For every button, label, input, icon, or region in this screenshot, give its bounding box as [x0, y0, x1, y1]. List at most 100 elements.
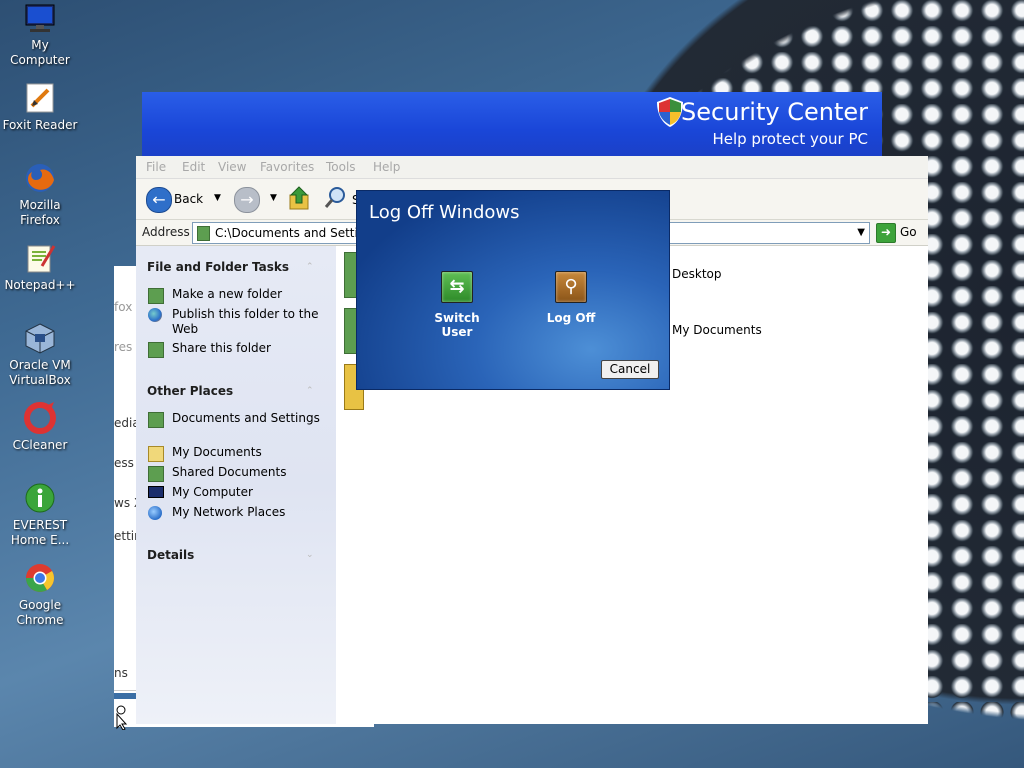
expand-chevron-icon[interactable]: ⌄ — [306, 550, 314, 560]
mouse-cursor-icon — [116, 702, 128, 731]
place-my-computer[interactable]: My Computer — [148, 485, 328, 500]
bg-window-text: fox — [114, 300, 133, 314]
task-share-folder[interactable]: Share this folder — [148, 341, 328, 358]
my-documents-icon — [148, 446, 164, 462]
back-button[interactable]: ← Back ▼ — [146, 185, 226, 213]
task-pane: File and Folder Tasks ⌃ Make a new folde… — [136, 246, 336, 724]
desktop-icon-label: Foxit Reader — [2, 118, 78, 132]
up-folder-icon — [289, 186, 309, 210]
shared-folder-icon — [148, 466, 164, 482]
place-shared-documents[interactable]: Shared Documents — [148, 465, 328, 482]
menu-bar: File Edit View Favorites Tools Help — [136, 156, 928, 179]
place-label: My Documents — [172, 445, 262, 459]
desktop-icon-chrome[interactable]: Google Chrome — [0, 562, 80, 628]
desktop-icon-notepad-plus-plus[interactable]: Notepad++ — [0, 242, 80, 293]
bg-window-text: ettin — [114, 529, 138, 543]
desktop-icon-my-computer[interactable]: My Computer — [0, 2, 80, 68]
desktop-icon-label: Oracle VM VirtualBox — [9, 358, 71, 387]
everest-icon — [24, 482, 56, 514]
desktop-icon-virtualbox[interactable]: Oracle VM VirtualBox — [0, 322, 80, 388]
virtualbox-icon — [24, 322, 56, 354]
log-off-button[interactable]: ⚲ Log Off — [537, 271, 605, 325]
computer-icon — [148, 486, 164, 498]
ccleaner-icon — [24, 402, 56, 434]
content-item-desktop[interactable]: Desktop — [672, 267, 722, 281]
folder-icon — [148, 412, 164, 428]
bg-window-text: res — [114, 340, 133, 354]
back-dropdown-icon: ▼ — [214, 193, 221, 203]
share-folder-icon — [148, 342, 164, 358]
up-folder-button[interactable] — [288, 185, 314, 213]
place-documents-and-settings[interactable]: Documents and Settings — [148, 411, 328, 428]
menu-help[interactable]: Help — [373, 160, 400, 174]
network-icon — [148, 506, 162, 520]
forward-arrow-icon: → — [234, 187, 260, 213]
menu-favorites[interactable]: Favorites — [260, 160, 314, 174]
globe-icon — [148, 308, 162, 322]
forward-dropdown-icon: ▼ — [270, 193, 277, 203]
new-folder-icon — [148, 288, 164, 304]
switch-user-button[interactable]: ⇆ Switch User — [419, 271, 495, 339]
folder-icon — [197, 226, 210, 241]
other-places-heading[interactable]: Other Places — [147, 384, 233, 398]
log-off-dialog: Log Off Windows ⇆ Switch User ⚲ Log Off … — [356, 190, 670, 390]
bg-window-text: ns — [114, 666, 128, 680]
desktop-icon-everest[interactable]: EVEREST Home E... — [0, 482, 80, 548]
menu-edit[interactable]: Edit — [182, 160, 205, 174]
log-off-label: Log Off — [546, 311, 596, 325]
switch-user-icon: ⇆ — [441, 271, 473, 303]
content-item-my-documents[interactable]: My Documents — [672, 323, 762, 337]
desktop-icon-label: Google Chrome — [16, 598, 64, 627]
place-label: Shared Documents — [172, 465, 287, 479]
forward-button[interactable]: → ▼ — [234, 185, 282, 213]
desktop-icon-label: CCleaner — [12, 438, 68, 452]
task-label: Publish this folder to the Web — [172, 307, 319, 336]
desktop-icon-label: My Computer — [10, 38, 70, 67]
address-value: C:\Documents and Settings — [215, 226, 380, 240]
desktop-icon-firefox[interactable]: Mozilla Firefox — [0, 162, 80, 228]
place-label: Documents and Settings — [172, 411, 320, 425]
desktop-icon-label: Mozilla Firefox — [19, 198, 61, 227]
switch-user-label: Switch User — [434, 311, 480, 339]
security-center-title: Security Center — [681, 98, 868, 126]
background-window: fox res edia ess ws X ettin ns — [114, 266, 138, 696]
chrome-icon — [24, 562, 56, 594]
menu-view[interactable]: View — [218, 160, 246, 174]
notepad-plus-plus-icon — [24, 242, 56, 274]
go-arrow-icon[interactable]: ➜ — [876, 223, 896, 243]
bg-window-text: ess — [114, 456, 134, 470]
details-heading[interactable]: Details — [147, 548, 194, 562]
task-publish-folder[interactable]: Publish this folder to the Web — [148, 307, 328, 337]
bg-window-text: ws X — [114, 496, 138, 510]
place-my-network-places[interactable]: My Network Places — [148, 505, 328, 520]
search-button[interactable]: S — [324, 185, 360, 213]
desktop-icon-label: Notepad++ — [4, 278, 76, 292]
desktop-icon-label: EVEREST Home E... — [10, 518, 70, 547]
menu-tools[interactable]: Tools — [326, 160, 356, 174]
task-label: Make a new folder — [172, 287, 283, 301]
task-label: Share this folder — [172, 341, 271, 355]
address-dropdown-icon[interactable]: ▼ — [857, 227, 865, 238]
file-folder-tasks-heading[interactable]: File and Folder Tasks — [147, 260, 289, 274]
place-label: My Computer — [172, 485, 253, 499]
back-label: Back — [174, 192, 204, 206]
foxit-reader-icon — [24, 82, 56, 114]
back-arrow-icon: ← — [146, 187, 172, 213]
collapse-chevron-icon[interactable]: ⌃ — [306, 386, 314, 396]
address-label: Address — [142, 225, 190, 239]
my-computer-icon — [24, 2, 56, 34]
place-my-documents[interactable]: My Documents — [148, 445, 328, 462]
cancel-button[interactable]: Cancel — [601, 360, 659, 379]
place-label: My Network Places — [172, 505, 286, 519]
bg-window-text: edia — [114, 416, 138, 430]
dialog-title: Log Off Windows — [369, 202, 520, 223]
menu-file[interactable]: File — [146, 160, 166, 174]
key-icon: ⚲ — [555, 271, 587, 303]
firefox-icon — [24, 162, 56, 194]
desktop-icon-ccleaner[interactable]: CCleaner — [0, 402, 80, 453]
collapse-chevron-icon[interactable]: ⌃ — [306, 262, 314, 272]
security-center-banner: Security Center Help protect your PC — [142, 92, 882, 156]
go-button[interactable]: Go — [900, 225, 917, 239]
desktop-icon-foxit-reader[interactable]: Foxit Reader — [0, 82, 80, 133]
task-make-new-folder[interactable]: Make a new folder — [148, 287, 328, 304]
